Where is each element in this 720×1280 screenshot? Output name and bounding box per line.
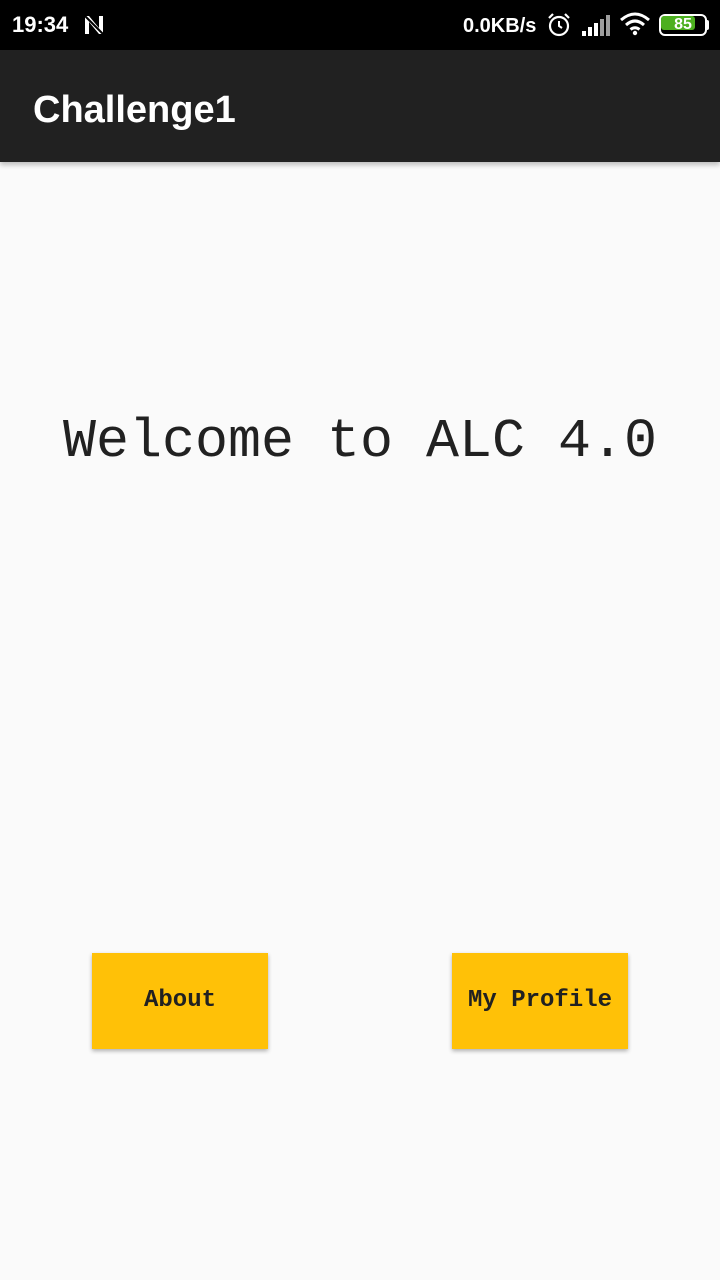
network-speed: 0.0KB/s: [463, 15, 537, 37]
signal-icon: [582, 15, 610, 36]
my-profile-button[interactable]: My Profile: [452, 953, 628, 1049]
alarm-icon: [548, 13, 570, 37]
status-time: 19:34: [12, 12, 69, 37]
about-button[interactable]: About: [92, 953, 268, 1049]
notification-n-icon: [84, 15, 104, 35]
battery-level: 85: [674, 16, 692, 33]
app-title: Challenge1: [33, 89, 236, 131]
app-bar: Challenge1: [0, 50, 720, 162]
welcome-text: Welcome to ALC 4.0: [62, 410, 658, 473]
battery-icon: 85: [659, 14, 709, 36]
wifi-icon: [620, 12, 650, 36]
status-bar: 19:34 0.0KB/s 85: [0, 0, 720, 50]
